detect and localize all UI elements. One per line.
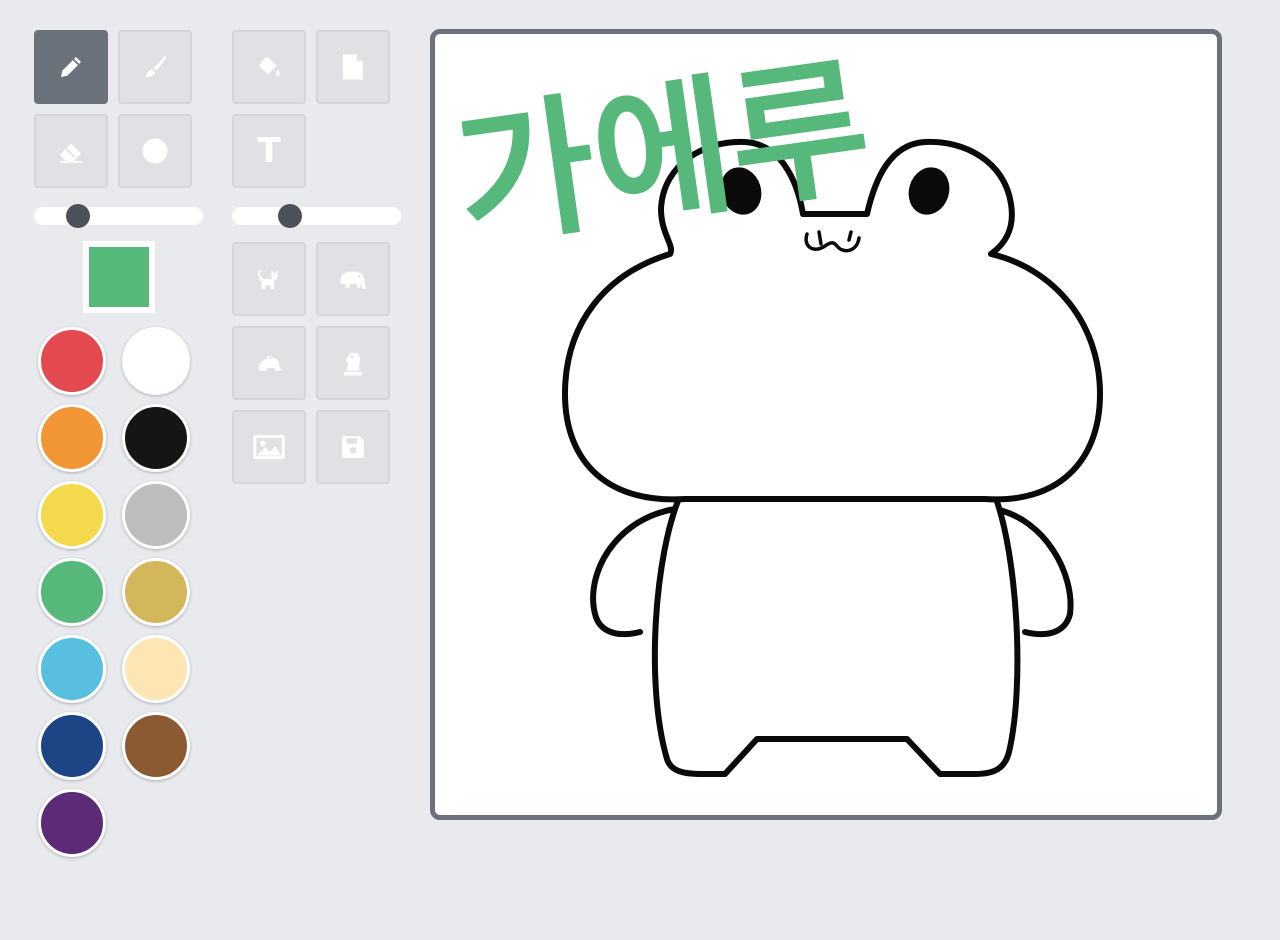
color-swatch[interactable] — [38, 789, 106, 857]
paint-bucket-icon — [254, 52, 284, 82]
image-icon — [252, 432, 286, 462]
image-stamp-button[interactable] — [232, 410, 306, 484]
eraser-icon — [56, 136, 86, 166]
brush-size-slider[interactable] — [34, 204, 203, 228]
color-swatch[interactable] — [38, 558, 106, 626]
eraser-tool-button[interactable] — [34, 114, 108, 188]
circle-icon — [140, 136, 170, 166]
text-icon: T — [257, 131, 281, 171]
save-icon — [340, 434, 366, 460]
color-swatch[interactable] — [122, 558, 190, 626]
opacity-slider-thumb[interactable] — [278, 204, 302, 228]
pencil-icon — [56, 52, 86, 82]
color-swatch[interactable] — [38, 481, 106, 549]
frog-stamp-button[interactable] — [232, 326, 306, 400]
dot-tool-button[interactable] — [118, 114, 192, 188]
frog-icon — [254, 348, 284, 378]
elephant-stamp-button[interactable] — [316, 242, 390, 316]
text-tool-button[interactable]: T — [232, 114, 306, 188]
cat-icon — [254, 264, 284, 294]
drawing-canvas[interactable]: 가에루 — [430, 29, 1222, 820]
color-swatch[interactable] — [122, 404, 190, 472]
brush-icon — [140, 52, 170, 82]
color-swatch[interactable] — [122, 712, 190, 780]
current-color-swatch — [83, 241, 155, 313]
canvas-drawing: 가에루 — [446, 40, 1103, 777]
brush-size-slider-thumb[interactable] — [66, 204, 90, 228]
cat-stamp-button[interactable] — [232, 242, 306, 316]
chess-knight-icon — [340, 348, 366, 378]
elephant-icon — [337, 264, 369, 294]
color-swatch[interactable] — [122, 481, 190, 549]
fill-tool-button[interactable] — [232, 30, 306, 104]
knight-stamp-button[interactable] — [316, 326, 390, 400]
color-swatch[interactable] — [122, 635, 190, 703]
color-swatch[interactable] — [38, 327, 106, 395]
color-swatch[interactable] — [38, 712, 106, 780]
color-swatch[interactable] — [122, 327, 190, 395]
new-page-button[interactable] — [316, 30, 390, 104]
color-swatch[interactable] — [38, 404, 106, 472]
save-button[interactable] — [316, 410, 390, 484]
frog-body — [651, 493, 1021, 777]
brush-tool-button[interactable] — [118, 30, 192, 104]
color-swatch[interactable] — [38, 635, 106, 703]
new-page-icon — [340, 52, 366, 82]
opacity-slider[interactable] — [232, 204, 401, 228]
pencil-tool-button[interactable] — [34, 30, 108, 104]
